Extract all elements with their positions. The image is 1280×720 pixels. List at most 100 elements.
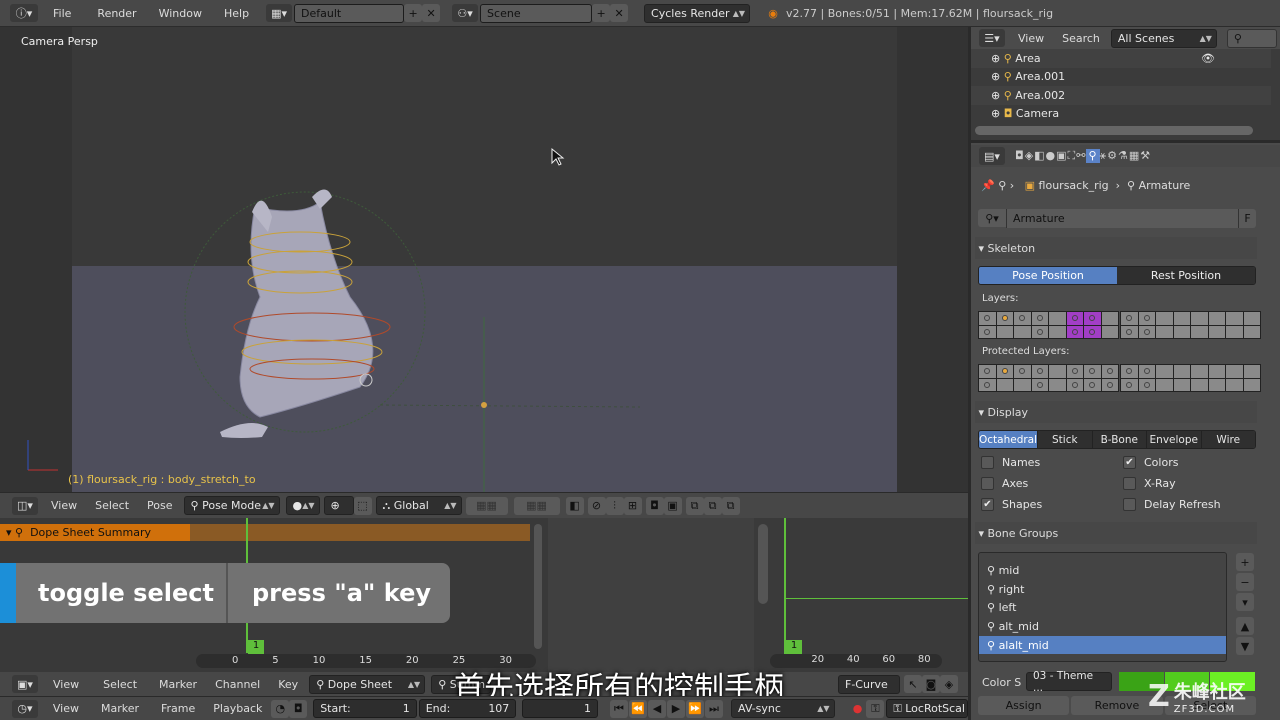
view3d-editor-icon[interactable]: ◫▾ (12, 496, 38, 515)
dopesheet-summary-row[interactable]: ▾ ⚲ Dope Sheet Summary (0, 524, 190, 541)
draw-stick-button[interactable]: Stick (1037, 431, 1092, 448)
record-icon[interactable]: ● (849, 700, 867, 718)
display-panel-header[interactable]: ▾ Display (975, 401, 1257, 423)
outliner-row[interactable]: ⊕ ◘ Camera (971, 105, 1271, 124)
prev-key-icon[interactable]: ⏪ (629, 699, 647, 718)
end-frame-field[interactable]: End: 107 (418, 699, 517, 718)
menu-pose[interactable]: Pose (138, 499, 181, 512)
bone-group-item-active[interactable]: ⚲ alalt_mid (979, 635, 1226, 655)
names-checkbox[interactable]: Names (981, 456, 1040, 469)
bone-group-label[interactable]: alt_mid (999, 620, 1039, 633)
sync-dropdown[interactable]: AV-sync ▲▼ (731, 699, 835, 718)
scene-icon[interactable]: ⚇▾ (452, 4, 479, 22)
bone-group-item[interactable]: ⚲ right (979, 580, 1226, 599)
assign-button[interactable]: Assign (978, 696, 1070, 715)
menu-frame[interactable]: Frame (152, 702, 204, 715)
render-icon[interactable]: ◘ (645, 496, 664, 515)
menu-select[interactable]: Select (94, 678, 146, 691)
snap-target-icon[interactable]: ⊞ (623, 496, 642, 515)
menu-render[interactable]: Render (88, 7, 145, 20)
context-tabs[interactable]: ◘◈◧●▣⛶⚯ ⚲ ⚹⚙⚗▦⚒ (1015, 149, 1151, 163)
draw-envelope-button[interactable]: Envelope (1146, 431, 1201, 448)
outliner-item-label[interactable]: Camera (1016, 107, 1059, 120)
add-icon[interactable]: + (1236, 553, 1254, 571)
menu-playback[interactable]: Playback (204, 702, 271, 715)
outliner-row[interactable]: ⊕ ⚲ Area.002 (971, 86, 1271, 105)
lock-range-icon[interactable]: ◘ (289, 699, 308, 718)
start-frame-field[interactable]: Start: 1 (313, 699, 417, 718)
orientation-dropdown[interactable]: ⛬ Global ▲▼ (375, 496, 462, 515)
move-down-icon[interactable]: ▼ (1236, 637, 1254, 655)
protected-layers-grid-1[interactable] (978, 364, 1119, 392)
shading-dropdown[interactable]: ● ▲▼ (285, 496, 320, 515)
axes-checkbox[interactable]: Axes (981, 477, 1028, 490)
summary-expand-icon[interactable]: ▾ ⚲ (6, 526, 30, 539)
draw-bbone-button[interactable]: B-Bone (1091, 431, 1147, 448)
outliner-search-input[interactable]: ⚲ (1226, 28, 1277, 48)
info-editor-icon[interactable]: ⓘ▾ (10, 4, 38, 22)
expand-icon[interactable]: ⊕ (991, 52, 1004, 65)
outliner-item-label[interactable]: Area.001 (1015, 70, 1065, 83)
lock-icon[interactable]: ◙ (922, 675, 940, 693)
graph-editor-area[interactable]: 1 20 40 60 80 (548, 518, 968, 672)
outliner-hscroll[interactable] (975, 126, 1253, 135)
proportional-icon[interactable]: ⊘ (587, 496, 606, 515)
bone-layers-grid-2[interactable] (1120, 311, 1261, 339)
menu-help[interactable]: Help (215, 7, 258, 20)
layout-grid-icon[interactable]: ▦▾ (266, 4, 293, 22)
keyset-icon[interactable]: ⚿ (866, 699, 885, 718)
menu-channel[interactable]: Channel (206, 678, 269, 691)
manipulator-icon[interactable]: ⬚ (353, 496, 372, 515)
scene-field[interactable]: Scene (480, 3, 593, 23)
jump-end-icon[interactable]: ⏭ (705, 699, 723, 718)
add-layout-icon[interactable]: + (404, 4, 423, 22)
remove-layout-icon[interactable]: ✕ (422, 4, 441, 22)
bone-group-label[interactable]: mid (999, 564, 1020, 577)
checkbox-icon[interactable] (981, 456, 994, 469)
layers-icon[interactable]: ▦▦ (465, 496, 508, 515)
eye-icon[interactable]: 👁 (1201, 52, 1215, 65)
bone-group-label[interactable]: left (999, 601, 1017, 614)
outliner-row[interactable]: ⊕ ⚲ Area 👁 (971, 49, 1271, 68)
paste-pose-icon[interactable]: ⧉ (703, 496, 722, 515)
bone-group-item[interactable]: ⚲ mid (979, 561, 1226, 580)
collapse-icon[interactable]: ▾ (975, 527, 988, 540)
preview-range-icon[interactable]: ◔ (271, 699, 290, 718)
bone-group-label[interactable]: alalt_mid (999, 639, 1049, 652)
outliner-item-label[interactable]: Area.002 (1015, 89, 1065, 102)
next-key-icon[interactable]: ⏩ (686, 699, 704, 718)
fake-user-button[interactable]: F (1238, 209, 1256, 228)
render-engine-dropdown[interactable]: Cycles Render ▲▼ (644, 3, 751, 23)
render-anim-icon[interactable]: ▣ (663, 496, 682, 515)
expand-icon[interactable]: ⊕ (991, 70, 1004, 83)
current-frame-field[interactable]: 1 (522, 699, 598, 718)
shapes-checkbox[interactable]: ✔ Shapes (981, 498, 1042, 511)
bone-layers-grid-1[interactable] (978, 311, 1119, 339)
properties-editor[interactable]: ▤▾ ◘◈◧●▣⛶⚯ ⚲ ⚹⚙⚗▦⚒ 📌 ⚲ › ▣ floursack_rig ›… (968, 140, 1280, 720)
add-scene-icon[interactable]: + (592, 4, 611, 22)
remove-icon[interactable]: − (1236, 573, 1254, 591)
bone-group-label[interactable]: right (999, 583, 1025, 596)
xray-checkbox[interactable]: X-Ray (1123, 477, 1176, 490)
menu-marker[interactable]: Marker (92, 702, 148, 715)
copy-pose-icon[interactable]: ⧉ (685, 496, 704, 515)
menu-view[interactable]: View (42, 499, 86, 512)
menu-file[interactable]: File (44, 7, 80, 20)
skeleton-panel-header[interactable]: ▾ Skeleton (975, 237, 1257, 259)
datablock-browse-icon[interactable]: ⚲▾ (978, 209, 1006, 227)
timeline-editor-icon[interactable]: ◷▾ (12, 699, 38, 718)
menu-view[interactable]: View (1009, 32, 1053, 45)
checkmark-icon[interactable]: ✔ (1123, 456, 1136, 469)
expand-icon[interactable]: ⊕ (991, 107, 1004, 120)
expand-icon[interactable]: ⊕ (991, 89, 1004, 102)
collapse-icon[interactable]: ▾ (975, 406, 988, 419)
play-icon[interactable]: ▶ (667, 699, 685, 718)
checkmark-icon[interactable]: ✔ (981, 498, 994, 511)
bone-group-item[interactable]: ⚲ alt_mid (979, 617, 1226, 636)
checkbox-icon[interactable] (1123, 477, 1136, 490)
layers-2-icon[interactable]: ▦▦ (513, 496, 560, 515)
bone-group-item[interactable]: ⚲ left (979, 598, 1226, 617)
viewport-3d[interactable]: Camera Persp (1) floursack_rig : body_st… (0, 27, 968, 492)
menu-key[interactable]: Key (269, 678, 307, 691)
draw-octahedral-button[interactable]: Octahedral (979, 431, 1038, 448)
